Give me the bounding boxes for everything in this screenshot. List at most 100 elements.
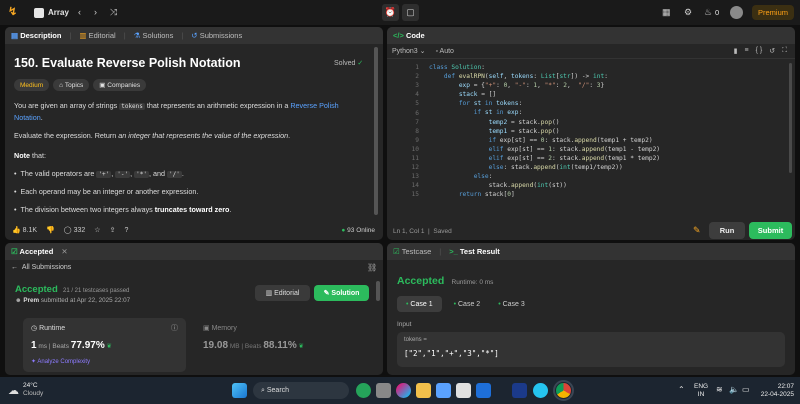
next-problem-icon[interactable]: › [94, 7, 97, 17]
language-select[interactable]: Python3 ⌄ [392, 47, 426, 55]
accepted-scrollbar[interactable] [376, 281, 380, 301]
reset-icon[interactable]: ↺ [769, 47, 775, 55]
scrollbar[interactable] [374, 47, 378, 215]
widgets-icon[interactable] [376, 383, 391, 398]
list-icon [34, 7, 44, 18]
settings-icon[interactable]: ⚙ [684, 7, 692, 18]
file-explorer-icon[interactable] [416, 383, 431, 398]
close-icon[interactable]: ✕ [61, 247, 67, 256]
tab-description[interactable]: ▤ Description [11, 31, 61, 40]
clock-icon: ◷ [31, 325, 38, 332]
volume-icon[interactable]: 🔈 [729, 385, 739, 394]
chrome-icon[interactable] [553, 380, 574, 401]
app-blue-icon[interactable] [476, 383, 491, 398]
store-icon[interactable] [456, 383, 471, 398]
case-tabs: • Case 1 • Case 2 • Case 3 [397, 296, 531, 312]
submit-button[interactable]: Submit [749, 222, 792, 239]
companies-tag[interactable]: ▣ Companies [93, 79, 147, 91]
history-icon: ↺ [191, 31, 198, 40]
editor-toolbar: Python3 ⌄ ▫ Auto ▮ ≡ { } ↺ ⛶ [387, 44, 795, 59]
analyze-complexity-link[interactable]: ✦ Analyze Complexity [31, 358, 90, 365]
windows-start-icon[interactable] [232, 383, 247, 398]
difficulty-badge[interactable]: Medium [14, 79, 50, 91]
dislike-button[interactable]: 👎 [46, 226, 55, 234]
copilot-icon[interactable] [396, 383, 411, 398]
premium-button[interactable]: Premium [752, 5, 794, 20]
problem-list-button[interactable]: Array [34, 6, 69, 19]
share-icon[interactable]: ⇪ [110, 226, 116, 234]
leetcode-logo[interactable]: ↯ [8, 6, 20, 19]
edge-icon[interactable] [356, 383, 371, 398]
language-indicator[interactable]: ENG IN [694, 383, 708, 399]
info-icon[interactable]: ⓘ [171, 323, 178, 333]
doc-icon: ▤ [11, 31, 19, 40]
code-icon: </> [393, 31, 404, 40]
ai-helper-icon[interactable]: ✎ [693, 225, 701, 236]
bookmark-icon[interactable]: ▮ [734, 47, 738, 55]
like-button[interactable]: 👍 8.1K [12, 226, 37, 234]
wifi-icon[interactable]: ≋ [716, 385, 723, 394]
auto-toggle[interactable]: ▫ Auto [436, 48, 454, 55]
streak-icon[interactable]: ♨ [704, 7, 712, 18]
tab-solutions[interactable]: ⚗ Solutions [134, 31, 174, 40]
tab-testcase[interactable]: ☑ Testcase [393, 247, 431, 256]
braces-icon[interactable]: { } [756, 47, 763, 55]
book-icon: ▥ [79, 31, 87, 40]
notes-icon[interactable]: ▢ [402, 4, 419, 21]
tab-test-result[interactable]: >_ Test Result [449, 247, 500, 256]
problem-title: 150. Evaluate Reverse Polish Notation [14, 56, 241, 70]
all-submissions-link[interactable]: ← All Submissions [11, 264, 71, 271]
sparkle-icon: ✦ [31, 359, 37, 365]
problem-paragraph-1: You are given an array of strings tokens… [14, 101, 339, 122]
code-editor[interactable]: 1 2 3 4 5 6 7 8 9 10 11 12 13 14 15 class Solution: de… [387, 63, 787, 203]
fullscreen-icon[interactable]: ⛶ [782, 47, 787, 55]
editorial-button[interactable]: ▥ Editorial [255, 285, 310, 301]
tab-editorial[interactable]: ▥ Editorial [79, 31, 115, 40]
memory-card[interactable]: ▣ Memory 19.08 MB | Beats 88.11% ❦ [199, 318, 359, 372]
test-tabs: ☑ Testcase | >_ Test Result [387, 243, 795, 260]
layout-icon[interactable]: ▦ [662, 7, 671, 18]
bullet-1: • The valid operators are '+', '-', '*',… [14, 169, 184, 178]
battery-icon[interactable]: ▭ [742, 385, 750, 394]
app-l-icon[interactable] [512, 383, 527, 398]
prev-problem-icon[interactable]: ‹ [78, 7, 81, 17]
line-number: 6 [415, 109, 419, 117]
checkbox-icon: ☑ [393, 247, 400, 256]
description-footer: 👍 8.1K 👎 ◯ 332 ☆ ⇪ ? ● 93 Online [5, 220, 383, 240]
tray-chevron-icon[interactable]: ⌃ [678, 385, 685, 394]
tab-case-3[interactable]: • Case 3 [492, 296, 531, 312]
shuffle-icon[interactable]: ⤨ [110, 7, 117, 18]
debug-icon[interactable]: ⏰ [382, 4, 399, 21]
line-number: 15 [411, 191, 419, 199]
runtime-card[interactable]: ◷ Runtime ⓘ 1 ms | Beats 77.97% ❦ ✦ Anal… [23, 318, 186, 372]
input-value: ["2","1","+","3","*"] [404, 349, 499, 358]
photos-icon[interactable] [436, 383, 451, 398]
comments-button[interactable]: ◯ 332 [64, 226, 85, 234]
book-icon: ▥ [265, 290, 275, 297]
solution-button[interactable]: ✎ Solution [314, 285, 369, 301]
description-panel: ▤ Description | ▥ Editorial | ⚗ Solution… [5, 27, 383, 240]
clock[interactable]: 22:07 22-04-2025 [758, 383, 794, 399]
code-text: class Solution: def evalRPN(self, tokens… [429, 64, 661, 199]
top-navbar: ↯ Array ‹ › ⤨ ⏰ ▢ ▦ ⚙ ♨ 0 Premium [0, 0, 800, 25]
pencil-icon: ✎ [323, 290, 332, 297]
taskbar-search[interactable]: ⌕ Search [253, 382, 349, 399]
lock-icon: ▣ [99, 82, 108, 89]
help-icon[interactable]: ? [124, 227, 128, 234]
format-icon[interactable]: ≡ [745, 47, 749, 55]
editor-scrollbar[interactable] [789, 63, 792, 173]
tab-case-1[interactable]: • Case 1 [397, 296, 442, 312]
avatar[interactable] [730, 6, 743, 19]
line-number: 13 [411, 173, 419, 181]
topics-tag[interactable]: ⌂ Topics [53, 79, 90, 91]
leaf-icon: ❦ [298, 343, 304, 350]
tab-case-2[interactable]: • Case 2 [448, 296, 487, 312]
app-cyan-icon[interactable] [533, 383, 548, 398]
favorite-icon[interactable]: ☆ [94, 226, 100, 234]
tab-submissions[interactable]: ↺ Submissions [191, 31, 242, 40]
weather-widget[interactable]: ☁ 24°C Cloudy [8, 382, 43, 398]
run-button[interactable]: Run [709, 222, 745, 239]
link-icon[interactable]: ⛓ [367, 263, 377, 272]
line-number: 8 [415, 127, 419, 135]
user-icon: ☻ [15, 297, 22, 304]
